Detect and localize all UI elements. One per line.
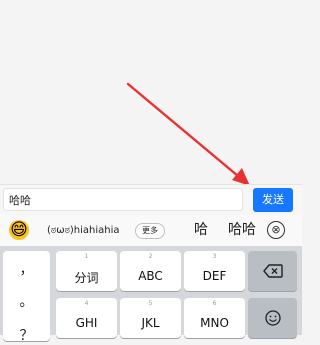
key-number: 6 (212, 300, 217, 307)
ime-candidate-bar: 😄 (ಠωಠ)hiahiahia 更多 哈 哈哈 ⊗ (0, 215, 302, 246)
key-5-jkl[interactable]: 5 JKL (120, 298, 181, 338)
key-6-mno[interactable]: 6 MNO (184, 298, 245, 338)
message-input-bar: 哈哈 发送 (0, 184, 302, 216)
key-3-def[interactable]: 3 DEF (184, 251, 245, 291)
key-number: 3 (212, 253, 217, 260)
key-4-ghi[interactable]: 4 GHI (56, 298, 117, 338)
key-label: ABC (138, 269, 163, 283)
key-1-fenci[interactable]: 1 分词 (56, 251, 117, 291)
candidate-word-2[interactable]: 哈哈 (228, 215, 256, 246)
smiley-icon (265, 310, 281, 326)
key-number: 2 (148, 253, 153, 260)
more-candidates-button[interactable]: 更多 (135, 223, 165, 239)
emoji-candidate-icon[interactable]: 😄 (9, 220, 29, 240)
key-label: MNO (200, 316, 229, 330)
key-number: 4 (84, 300, 89, 307)
key-label: DEF (202, 269, 227, 283)
ime-keyboard: ， 。 ？ 1 分词 2 ABC 3 DEF 4 GHI 5 JKL 6 MNO (0, 246, 302, 344)
candidate-word-1[interactable]: 哈 (194, 215, 208, 246)
backspace-icon (263, 264, 283, 278)
punct-key-comma[interactable]: ， (3, 259, 50, 279)
punct-key-period[interactable]: 。 (3, 291, 50, 311)
punct-key-question[interactable]: ？ (3, 325, 50, 345)
key-number: 5 (148, 300, 153, 307)
punctuation-column: ， 。 ？ (3, 251, 50, 344)
key-number: 1 (84, 253, 89, 260)
key-2-abc[interactable]: 2 ABC (120, 251, 181, 291)
key-label: 分词 (74, 271, 99, 285)
delete-key[interactable] (248, 251, 297, 291)
key-label: GHI (75, 316, 98, 330)
close-candidates-icon[interactable]: ⊗ (267, 221, 285, 239)
candidate-kaomoji[interactable]: (ಠωಠ)hiahiahia (47, 215, 120, 246)
send-button[interactable]: 发送 (253, 188, 293, 212)
emoji-key[interactable] (248, 298, 297, 338)
chat-area (0, 0, 302, 184)
key-label: JKL (141, 316, 160, 330)
message-input[interactable]: 哈哈 (3, 188, 243, 211)
